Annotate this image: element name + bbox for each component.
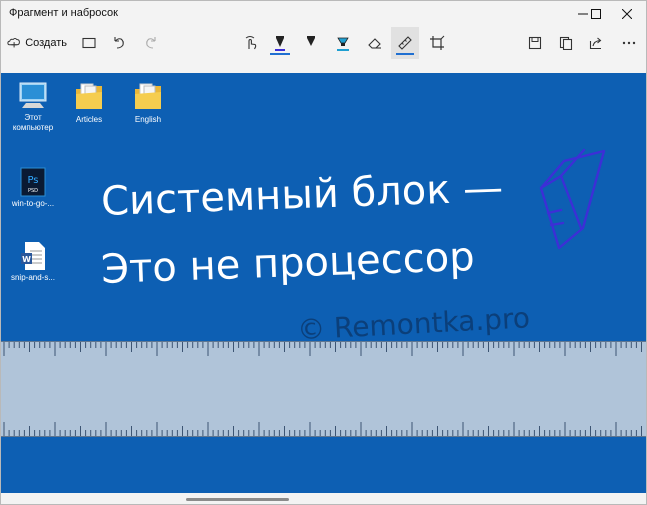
folder-open-icon <box>82 37 96 49</box>
pencil-button[interactable] <box>297 27 325 59</box>
close-icon <box>622 9 632 19</box>
close-button[interactable] <box>607 1 647 27</box>
redo-button[interactable] <box>139 27 163 59</box>
copy-icon <box>559 36 573 50</box>
horizontal-scrollbar[interactable] <box>186 498 289 501</box>
handwriting-line2: Это не процессор <box>100 234 475 293</box>
touch-writing-icon <box>245 36 257 50</box>
undo-button[interactable] <box>107 27 131 59</box>
drawing-canvas[interactable]: Этот компьютер Articles English Ps PSD w… <box>1 73 646 504</box>
ruler-overlay[interactable] <box>1 341 646 437</box>
crop-icon <box>430 35 445 50</box>
save-button[interactable] <box>523 27 547 59</box>
toolbar: Создать <box>1 27 646 59</box>
ruler-icon <box>398 36 412 50</box>
eraser-button[interactable] <box>361 27 389 59</box>
touch-writing-button[interactable] <box>237 27 265 59</box>
eraser-icon <box>368 38 381 49</box>
new-snip-icon <box>7 38 20 48</box>
more-icon <box>622 41 636 45</box>
ruler-button[interactable] <box>391 27 419 59</box>
share-icon <box>589 37 602 50</box>
more-options-button[interactable] <box>617 27 641 59</box>
ballpoint-pen-icon <box>275 36 285 51</box>
window-title: Фрагмент и набросок <box>9 7 118 19</box>
ink-layer: Системный блок — Это не процессор © Remo… <box>100 148 606 346</box>
open-file-button[interactable] <box>77 27 101 59</box>
share-button[interactable] <box>584 27 608 59</box>
crop-button[interactable] <box>423 27 451 59</box>
undo-icon <box>114 37 124 49</box>
canvas-bottom-bar <box>1 493 646 504</box>
maximize-icon <box>591 9 601 19</box>
highlighter-icon <box>337 37 349 51</box>
ruler-active-indicator <box>396 53 414 55</box>
toolbar-spacer <box>1 59 646 73</box>
active-tool-indicator <box>270 53 290 55</box>
watermark-remontka: © Remontka.pro <box>296 301 530 346</box>
title-bar[interactable]: Фрагмент и набросок <box>1 1 646 27</box>
highlighter-button[interactable] <box>329 27 357 59</box>
handwriting-line1: Системный блок — <box>100 165 503 225</box>
ruler-ticks <box>3 342 642 436</box>
create-button[interactable]: Создать <box>7 27 67 59</box>
save-icon <box>528 36 542 50</box>
ballpoint-pen-button[interactable] <box>265 27 295 59</box>
copy-button[interactable] <box>554 27 578 59</box>
create-label: Создать <box>25 37 67 49</box>
redo-icon <box>146 37 156 49</box>
snip-and-sketch-window: Фрагмент и набросок Создать Этот компьют… <box>0 0 647 505</box>
pencil-icon <box>307 36 315 46</box>
system-unit-sketch <box>539 148 606 250</box>
